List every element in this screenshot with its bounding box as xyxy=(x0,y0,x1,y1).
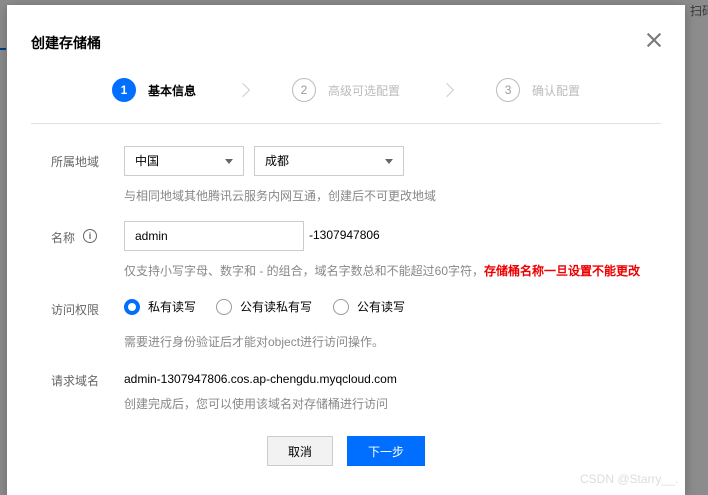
radio-button-icon xyxy=(333,298,349,315)
cancel-button[interactable]: 取消 xyxy=(267,436,333,466)
region-label: 所属地域 xyxy=(51,155,100,169)
city-select-value: 成都 xyxy=(265,154,290,168)
steps-progress: 1 基本信息 2 高级可选配置 3 确认配置 xyxy=(112,77,580,103)
radio-label: 公有读写 xyxy=(357,300,406,314)
access-hint: 需要进行身份验证后才能对object进行访问操作。 xyxy=(124,335,385,349)
dialog-title: 创建存储桶 xyxy=(31,35,101,51)
step-confirm-config: 3 确认配置 xyxy=(496,78,580,102)
radio-label: 公有读私有写 xyxy=(240,300,313,314)
close-icon[interactable] xyxy=(645,31,663,49)
radio-button-icon xyxy=(216,298,232,315)
next-button[interactable]: 下一步 xyxy=(347,436,425,466)
step-number: 3 xyxy=(496,78,521,102)
radio-private-rw[interactable]: 私有读写 xyxy=(124,298,196,315)
create-bucket-dialog: 创建存储桶 1 基本信息 2 高级可选配置 3 确认配置 所属地域 中国 成都 … xyxy=(7,5,685,495)
info-icon[interactable]: i xyxy=(83,229,97,243)
radio-public-read-private-write[interactable]: 公有读私有写 xyxy=(216,298,312,315)
radio-label: 私有读写 xyxy=(148,300,197,314)
caret-down-icon xyxy=(225,159,233,164)
name-hint-text: 仅支持小写字母、数字和 - 的组合，域名字数总和不能超过60字符， xyxy=(124,264,485,278)
name-hint: 仅支持小写字母、数字和 - 的组合，域名字数总和不能超过60字符，存储桶名称一旦… xyxy=(124,262,640,279)
chevron-right-icon xyxy=(439,82,455,98)
watermark: CSDN @Starry__. xyxy=(580,472,679,486)
access-label: 访问权限 xyxy=(51,303,100,317)
step-number: 2 xyxy=(292,78,317,102)
step-number: 1 xyxy=(112,78,136,102)
header-divider xyxy=(31,123,661,124)
region-hint: 与相同地域其他腾讯云服务内网互通，创建后不可更改地域 xyxy=(124,189,437,203)
step-advanced-config: 2 高级可选配置 xyxy=(292,78,400,102)
name-warning: 存储桶名称一旦设置不能更改 xyxy=(484,264,641,278)
city-select[interactable]: 成都 xyxy=(254,146,404,176)
step-basic-info: 1 基本信息 xyxy=(112,78,196,102)
appid-suffix: -1307947806 xyxy=(309,228,380,242)
domain-label: 请求域名 xyxy=(51,374,100,388)
domain-hint: 创建完成后，您可以使用该域名对存储桶进行访问 xyxy=(124,397,389,411)
step-label: 基本信息 xyxy=(148,83,197,98)
country-select-value: 中国 xyxy=(135,154,160,168)
step-label: 确认配置 xyxy=(532,83,581,98)
domain-value: admin-1307947806.cos.ap-chengdu.myqcloud… xyxy=(124,372,397,386)
chevron-right-icon xyxy=(235,82,251,98)
caret-down-icon xyxy=(385,159,393,164)
name-label: 名称 xyxy=(51,231,76,245)
radio-public-rw[interactable]: 公有读写 xyxy=(333,298,405,315)
country-select[interactable]: 中国 xyxy=(124,146,244,176)
step-label: 高级可选配置 xyxy=(328,83,401,98)
radio-button-icon xyxy=(124,298,140,315)
bucket-name-input[interactable] xyxy=(124,221,304,251)
